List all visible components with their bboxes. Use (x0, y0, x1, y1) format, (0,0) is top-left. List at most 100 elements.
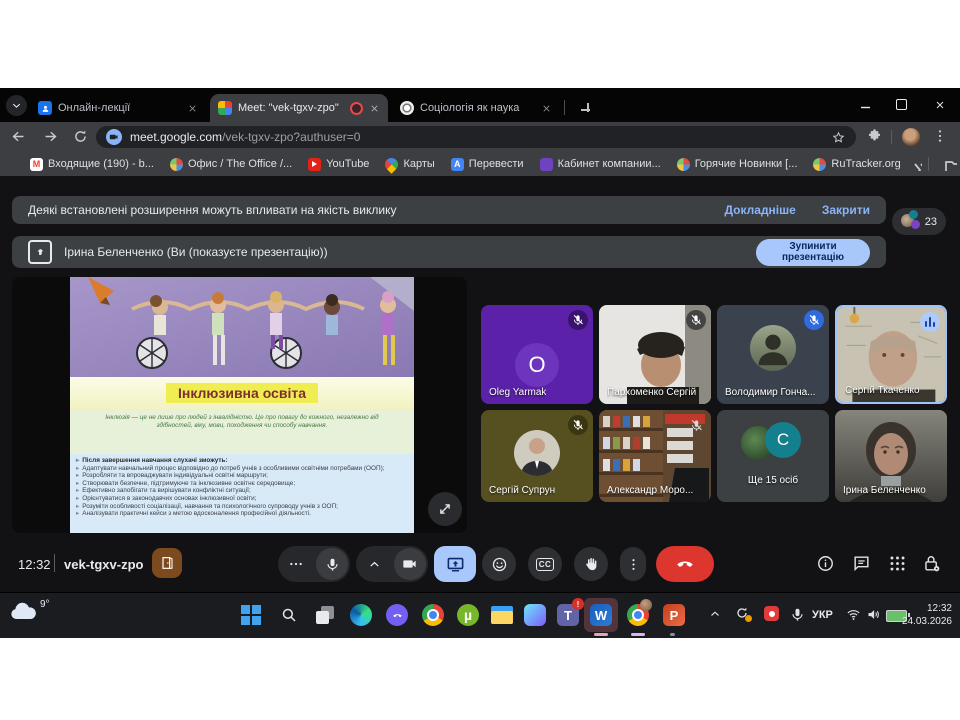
new-tab-button[interactable] (576, 98, 590, 112)
maps-pin-icon (383, 155, 401, 173)
bookmark-hot-news[interactable]: Горячие Новинки [... (677, 158, 798, 171)
tab-sociology[interactable]: Соціологія як наука (392, 94, 560, 122)
bookmark-youtube[interactable]: YouTube (308, 158, 369, 171)
utorrent-icon[interactable]: µ (455, 602, 481, 628)
language-indicator[interactable]: УКР (812, 609, 833, 621)
mic-muted-icon (686, 310, 706, 330)
captions-button[interactable]: CC (528, 547, 562, 581)
wifi-icon[interactable] (846, 607, 861, 622)
end-call-button[interactable] (656, 546, 714, 582)
activities-grid-button[interactable] (888, 554, 907, 573)
profile-avatar[interactable] (902, 128, 920, 146)
youtube-icon (308, 158, 321, 171)
bookmark-cabinet[interactable]: Кабинет компании... (540, 158, 661, 171)
bookmark-translate[interactable]: AПеревести (451, 158, 524, 171)
url-path: /vek-tgxv-zpo?authuser=0 (222, 130, 360, 144)
participant-tile-parkhomenko[interactable]: Пархоменко Сергій (599, 305, 711, 404)
slide-bullet: ▸Розробляти та впроваджувати індивідуаль… (76, 472, 406, 480)
tray-clock[interactable]: 12:32 24.03.2026 (902, 602, 952, 628)
browser-toolbar: meet.google.com/vek-tgxv-zpo?authuser=0 (0, 122, 960, 152)
bookmark-gmail[interactable]: MВходящие (190) - b... (30, 158, 154, 171)
mic-button[interactable] (316, 548, 348, 580)
participant-tile-aleksandr[interactable]: Александр Моро... (599, 410, 711, 502)
camera-control-pill[interactable] (356, 546, 428, 582)
chat-button[interactable] (852, 554, 871, 573)
tray-mic-icon[interactable] (790, 607, 805, 622)
bookmarks-overflow-icon[interactable] (909, 158, 922, 171)
bookmark-office[interactable]: Офис / The Office /... (170, 158, 292, 171)
window-close-button[interactable] (931, 96, 948, 113)
forward-icon[interactable] (42, 128, 59, 145)
viber-icon[interactable] (384, 602, 410, 628)
bookmark-maps[interactable]: Карты (385, 158, 434, 171)
stop-presentation-button[interactable]: Зупинити презентацію (756, 239, 870, 266)
expand-presentation-button[interactable] (428, 492, 462, 526)
raise-hand-button[interactable] (574, 547, 608, 581)
teams-icon[interactable]: T ! (555, 602, 581, 628)
participant-tile-tkachenko-speaking[interactable]: Сергій Ткаченко (835, 305, 947, 404)
extensions-puzzle-icon[interactable] (867, 128, 882, 143)
copilot-icon[interactable] (522, 602, 548, 628)
presentation-tile[interactable]: Інклюзивна освіта Інклюзія — це не лише … (12, 277, 467, 533)
tray-recorder-icon[interactable] (764, 606, 779, 621)
meeting-info-button[interactable] (816, 554, 835, 573)
bookmarks-separator-2 (928, 157, 929, 171)
taskbar-search-button[interactable] (276, 602, 302, 628)
reactions-button[interactable] (482, 547, 516, 581)
powerpoint-icon[interactable]: P (661, 602, 687, 628)
task-view-button[interactable] (312, 602, 338, 628)
bookmark-star-icon[interactable] (831, 130, 846, 145)
address-bar[interactable]: meet.google.com/vek-tgxv-zpo?authuser=0 (96, 126, 856, 148)
participant-name: Володимир Гонча... (725, 387, 815, 398)
browser-menu-icon[interactable] (932, 128, 948, 144)
bookmark-rutracker[interactable]: RuTracker.org (813, 158, 900, 171)
window-maximize-button[interactable] (893, 96, 910, 113)
word-icon[interactable]: W (588, 602, 614, 628)
volume-icon[interactable] (866, 607, 881, 622)
participant-tile-volodymyr[interactable]: Володимир Гонча... (717, 305, 829, 404)
teams-notification-badge: ! (572, 598, 584, 610)
reload-icon[interactable] (72, 128, 89, 145)
edge-icon[interactable] (348, 602, 374, 628)
camera-button[interactable] (394, 548, 426, 580)
tile-more-participants[interactable]: C Ще 15 осіб (717, 410, 829, 502)
tray-time: 12:32 (927, 603, 952, 614)
participant-tile-oleg-yarmak[interactable]: O Oleg Yarmak (481, 305, 593, 404)
tab-online-lectures[interactable]: Онлайн-лекції (30, 94, 206, 122)
participant-tile-suprun[interactable]: Сергій Супрун (481, 410, 593, 502)
participant-name: Александр Моро... (607, 485, 693, 496)
present-screen-icon (446, 555, 465, 574)
mic-muted-icon (804, 310, 824, 330)
close-icon[interactable] (369, 103, 380, 114)
tab-separator (564, 100, 565, 115)
chrome-profile-icon[interactable] (625, 602, 651, 628)
participant-count-pill[interactable]: 23 (892, 208, 946, 235)
tab-search-button[interactable] (6, 95, 27, 116)
details-link[interactable]: Докладніше (724, 203, 795, 217)
file-explorer-icon[interactable] (489, 602, 515, 628)
back-icon[interactable] (10, 128, 27, 145)
tray-show-hidden-icon[interactable] (708, 607, 722, 621)
participant-tile-iryna-self[interactable]: Ірина Беленченко (835, 410, 947, 502)
chrome-icon[interactable] (420, 602, 446, 628)
all-bookmarks-button[interactable]: Все закладки (943, 157, 960, 171)
close-notice-link[interactable]: Закрити (822, 203, 870, 217)
tab-meet-active[interactable]: Meet: "vek-tgxv-zpo" (210, 94, 388, 122)
close-icon[interactable] (187, 103, 198, 114)
cabinet-icon (540, 158, 553, 171)
more-options-button[interactable] (620, 547, 646, 581)
present-screen-button-active[interactable] (434, 546, 476, 582)
waiting-room-door-button[interactable] (152, 548, 182, 578)
close-icon[interactable] (541, 103, 552, 114)
start-button[interactable] (238, 602, 264, 628)
slide-bullets-heading: ▸Після завершення навчання слухачі зможу… (76, 457, 406, 465)
window-minimize-button[interactable] (855, 96, 872, 113)
tab-title: Онлайн-лекції (58, 102, 181, 114)
host-controls-lock-button[interactable] (922, 554, 941, 573)
tray-sync-icon[interactable] (734, 605, 750, 621)
mic-control-pill[interactable] (278, 546, 350, 582)
mic-options-icon[interactable] (278, 546, 314, 582)
camera-options-icon[interactable] (356, 546, 392, 582)
weather-widget[interactable]: 9° (8, 599, 50, 623)
windows-taskbar: 9° µ T ! W P УКР (0, 592, 960, 638)
